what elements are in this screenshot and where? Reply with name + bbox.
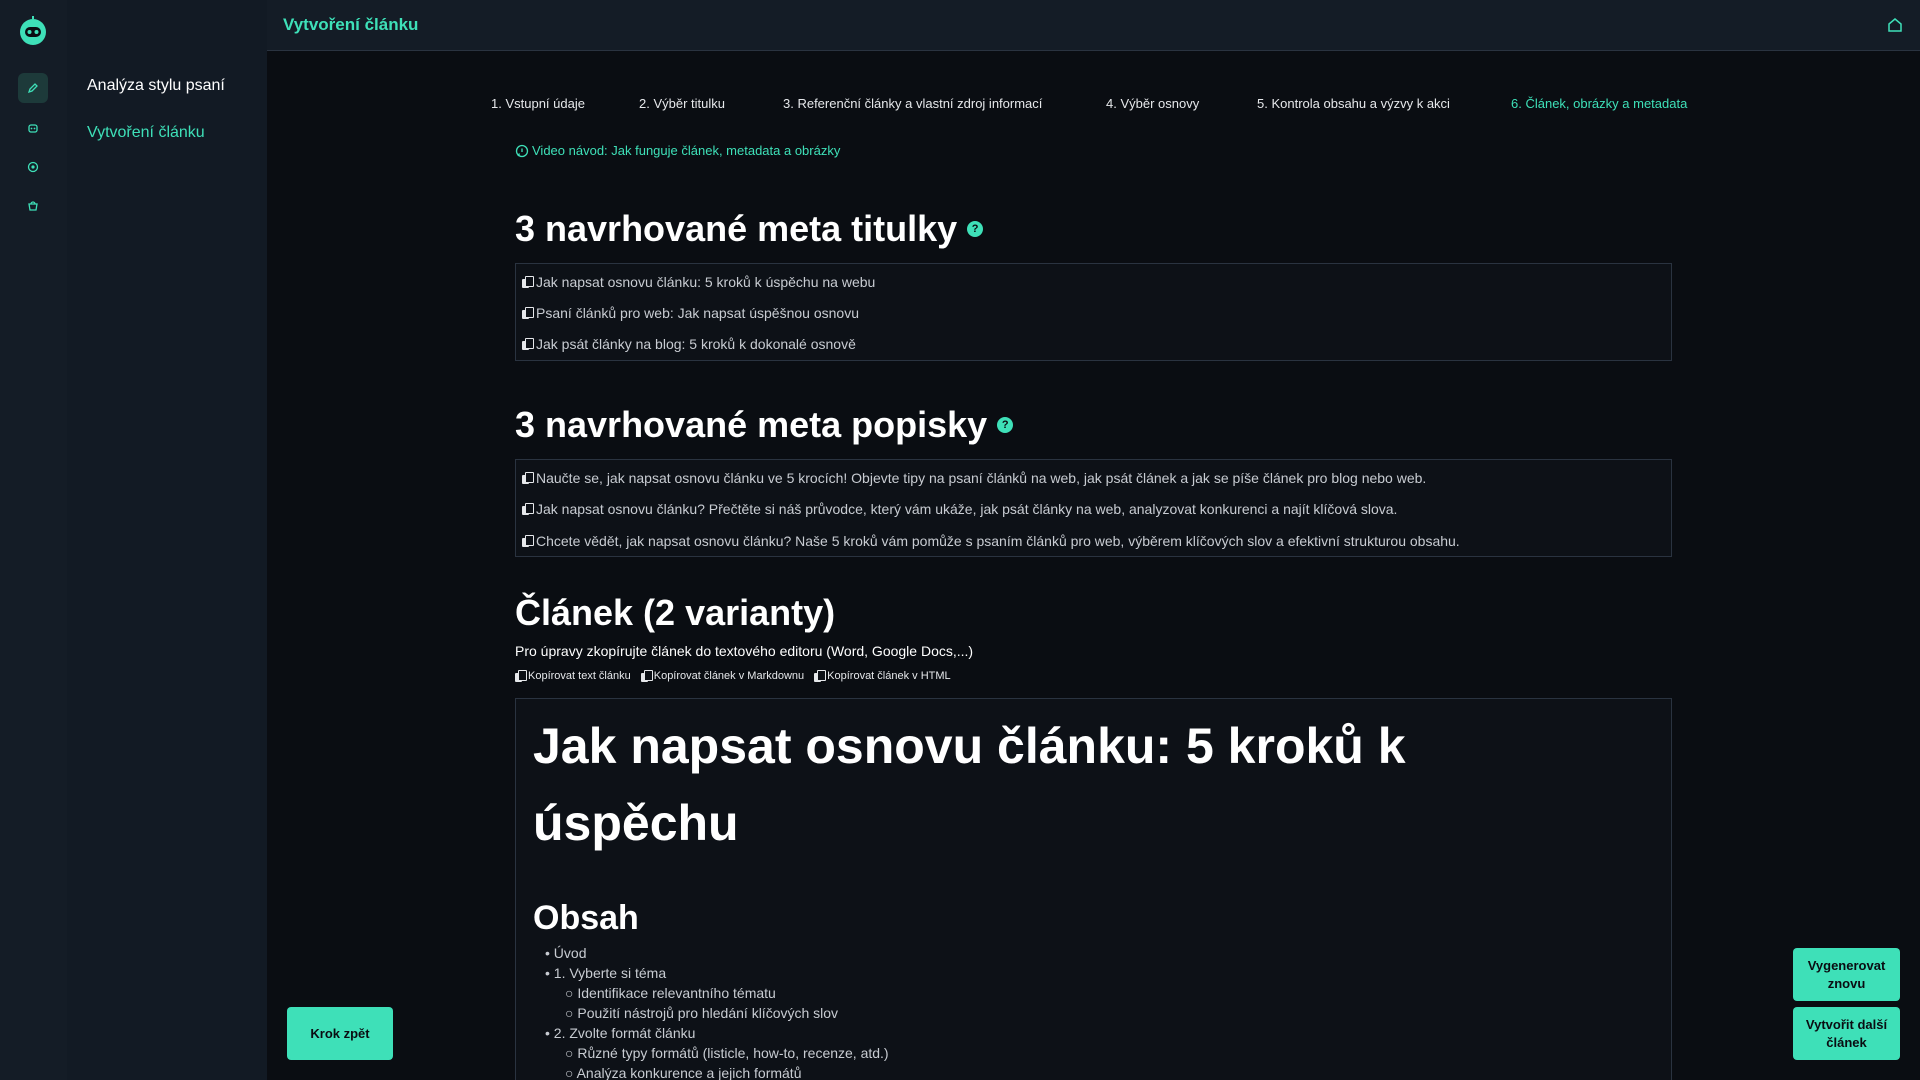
copy-icon[interactable]: [522, 338, 534, 350]
toc-subitem: ○ Použití nástrojů pro hledání klíčových…: [565, 1005, 839, 1021]
toc-item-text: Úvod: [553, 945, 587, 961]
toc-item: • Úvod: [545, 945, 587, 961]
toc-subitem: ○ Identifikace relevantního tématu: [565, 985, 776, 1001]
toc-item-text: 2. Zvolte formát článku: [553, 1025, 696, 1041]
meta-description-item[interactable]: Jak napsat osnovu článku? Přečtěte si ná…: [522, 501, 1397, 517]
copy-icon[interactable]: [522, 276, 534, 288]
copy-html-label: Kopírovat článek v HTML: [827, 670, 951, 682]
article-heading: Článek (2 varianty): [515, 592, 836, 633]
copy-html-button[interactable]: Kopírovat článek v HTML: [814, 670, 951, 682]
toc-item-text: Identifikace relevantního tématu: [577, 985, 776, 1001]
meta-title-text: Psaní článků pro web: Jak napsat úspěšno…: [536, 305, 859, 321]
copy-text-button[interactable]: Kopírovat text článku: [515, 670, 631, 682]
meta-description-item[interactable]: Chcete vědět, jak napsat osnovu článku? …: [522, 533, 1460, 549]
toc-item-text: Různé typy formátů (listicle, how-to, re…: [577, 1045, 889, 1061]
meta-description-text: Naučte se, jak napsat osnovu článku ve 5…: [536, 470, 1427, 486]
sidebar-item-style-analysis[interactable]: Analýza stylu psaní: [87, 77, 225, 95]
article-title: Jak napsat osnovu článku: 5 kroků k úspě…: [533, 718, 1406, 851]
meta-titles-heading-text: 3 navrhované meta titulky: [515, 208, 958, 249]
rail-pie-button[interactable]: [18, 191, 48, 221]
copy-icon[interactable]: [522, 535, 534, 547]
video-tutorial-label: Video návod: Jak funguje článek, metadat…: [532, 143, 841, 158]
meta-description-text: Jak napsat osnovu článku? Přečtěte si ná…: [536, 501, 1398, 517]
toc-subitem: ○ Analýza konkurence a jejich formátů: [565, 1065, 802, 1080]
back-button[interactable]: Krok zpět: [287, 1007, 393, 1060]
meta-descriptions-box: Naučte se, jak napsat osnovu článku ve 5…: [515, 459, 1672, 557]
robot-icon: [28, 124, 38, 133]
toc-item: • 1. Vyberte si téma: [545, 965, 667, 981]
pie-icon: [28, 201, 38, 211]
robot-logo-icon[interactable]: [16, 14, 50, 48]
meta-descriptions-heading: 3 navrhované meta popisky ?: [515, 404, 1014, 446]
copy-icon[interactable]: [522, 472, 534, 484]
copy-icon: [640, 670, 653, 682]
meta-titles-heading: 3 navrhované meta titulky ?: [515, 208, 984, 250]
video-tutorial-link[interactable]: Video návod: Jak funguje článek, metadat…: [515, 143, 840, 158]
copy-icon: [814, 670, 827, 682]
meta-title-item[interactable]: Jak napsat osnovu článku: 5 kroků k úspě…: [522, 274, 875, 290]
rail-target-button[interactable]: [18, 152, 48, 182]
page-title: Vytvoření článku: [283, 15, 419, 34]
toc-item-text: Analýza konkurence a jejich formátů: [576, 1065, 802, 1080]
meta-title-item[interactable]: Psaní článků pro web: Jak napsat úspěšno…: [522, 305, 859, 321]
meta-description-text: Chcete vědět, jak napsat osnovu článku? …: [536, 533, 1460, 549]
article-note: Pro úpravy zkopírujte článek do textovéh…: [515, 643, 974, 659]
copy-icon[interactable]: [522, 307, 534, 319]
toc-subitem: ○ Různé typy formátů (listicle, how-to, …: [565, 1045, 889, 1061]
step-1[interactable]: 1. Vstupní údaje: [491, 96, 585, 111]
step-2[interactable]: 2. Výběr titulku: [639, 96, 725, 111]
icon-rail: [0, 0, 67, 1080]
rail-robot-button[interactable]: [18, 113, 48, 143]
target-icon: [27, 161, 39, 173]
help-icon[interactable]: ?: [967, 221, 984, 237]
copy-markdown-label: Kopírovat článek v Markdownu: [653, 670, 805, 682]
sidebar-item-create-article[interactable]: Vytvoření článku: [87, 124, 205, 142]
toc-item: • 2. Zvolte formát článku: [545, 1025, 696, 1041]
wizard-steps: 1. Vstupní údaje 2. Výběr titulku 3. Ref…: [491, 96, 1721, 116]
copy-icon: [515, 670, 527, 682]
copy-markdown-button[interactable]: Kopírovat článek v Markdownu: [640, 670, 805, 682]
rail-pencil-button[interactable]: [18, 73, 48, 103]
pencil-icon: [27, 83, 38, 94]
step-5[interactable]: 5. Kontrola obsahu a výzvy k akci: [1257, 96, 1450, 111]
copy-icon[interactable]: [522, 503, 534, 515]
home-icon[interactable]: [1886, 16, 1904, 34]
article-preview[interactable]: Jak napsat osnovu článku: 5 kroků k úspě…: [515, 698, 1672, 1080]
toc-title: Obsah: [533, 899, 639, 937]
regenerate-button[interactable]: Vygenerovat znovu: [1793, 948, 1900, 1001]
copy-buttons: Kopírovat text článku Kopírovat článek v…: [515, 670, 951, 682]
toc-item-text: 1. Vyberte si téma: [553, 965, 667, 981]
meta-description-item[interactable]: Naučte se, jak napsat osnovu článku ve 5…: [522, 470, 1426, 486]
top-bar: Vytvoření článku: [267, 0, 1920, 51]
meta-title-text: Jak napsat osnovu článku: 5 kroků k úspě…: [536, 274, 876, 290]
step-3[interactable]: 3. Referenční články a vlastní zdroj inf…: [783, 96, 1042, 111]
create-next-article-button[interactable]: Vytvořit další článek: [1793, 1007, 1900, 1060]
chat-icon: [515, 144, 529, 157]
meta-titles-box: Jak napsat osnovu článku: 5 kroků k úspě…: [515, 263, 1672, 361]
sidebar: Analýza stylu psaní Vytvoření článku: [67, 0, 267, 1080]
meta-title-text: Jak psát články na blog: 5 kroků k dokon…: [536, 336, 856, 352]
meta-title-item[interactable]: Jak psát články na blog: 5 kroků k dokon…: [522, 336, 856, 352]
copy-text-label: Kopírovat text článku: [528, 670, 631, 682]
toc-item-text: Použití nástrojů pro hledání klíčových s…: [577, 1005, 839, 1021]
help-icon[interactable]: ?: [997, 417, 1014, 433]
meta-descriptions-heading-text: 3 navrhované meta popisky: [515, 404, 988, 445]
step-6[interactable]: 6. Článek, obrázky a metadata: [1511, 96, 1687, 111]
step-4[interactable]: 4. Výběr osnovy: [1106, 96, 1199, 111]
